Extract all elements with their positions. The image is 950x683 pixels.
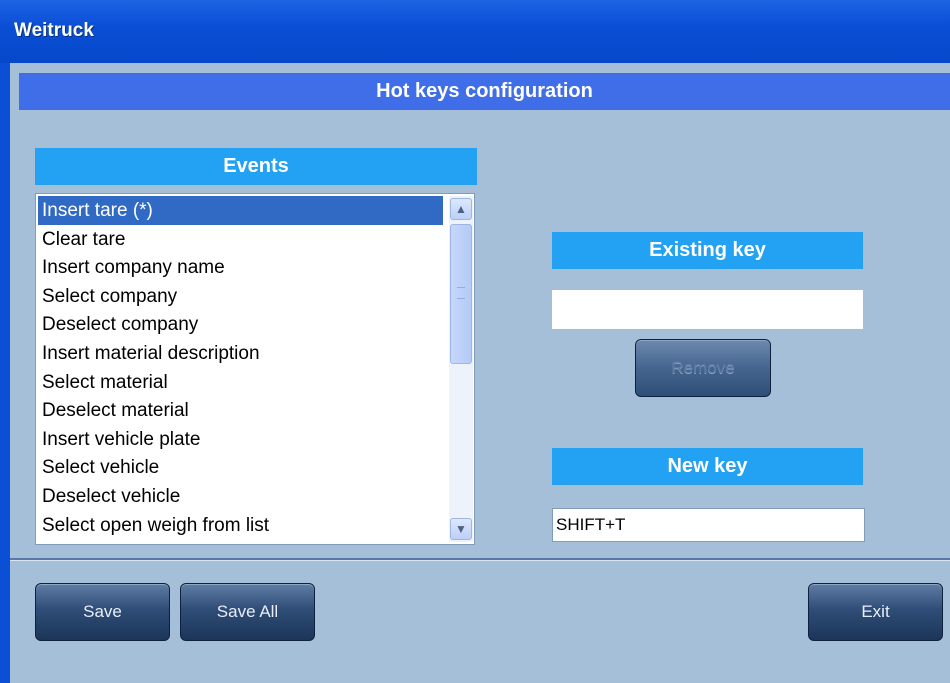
existing-key-field [552, 290, 863, 329]
grip-icon [457, 287, 465, 299]
scroll-down-button[interactable]: ▼ [450, 518, 472, 540]
list-item[interactable]: Deselect material [38, 396, 443, 425]
list-item[interactable]: Deselect vehicle [38, 482, 443, 511]
footer-divider [10, 558, 950, 561]
list-item[interactable]: Insert material description [38, 339, 443, 368]
remove-button[interactable]: Remove [635, 339, 771, 397]
events-list: Insert tare (*) Clear tare Insert compan… [38, 196, 443, 539]
list-item[interactable]: Select open weigh from list [38, 511, 443, 540]
save-all-button[interactable]: Save All [180, 583, 315, 641]
events-scrollbar[interactable]: ▲ ▼ [449, 196, 473, 542]
new-key-input[interactable]: SHIFT+T [552, 508, 865, 542]
exit-button[interactable]: Exit [808, 583, 943, 641]
scrollbar-thumb[interactable] [450, 224, 472, 364]
list-item[interactable]: Insert tare (*) [38, 196, 443, 225]
existing-key-header: Existing key [552, 232, 863, 269]
chevron-down-icon: ▼ [455, 522, 467, 536]
window-title: Weitruck [14, 20, 94, 41]
chevron-up-icon: ▲ [455, 202, 467, 216]
list-item[interactable]: Select material [38, 368, 443, 397]
window-left-border [0, 63, 10, 683]
list-item[interactable]: Insert vehicle plate [38, 425, 443, 454]
list-item[interactable]: Clear tare [38, 225, 443, 254]
events-header: Events [35, 148, 477, 185]
save-button[interactable]: Save [35, 583, 170, 641]
list-item[interactable]: Deselect company [38, 310, 443, 339]
list-item[interactable]: Insert company name [38, 253, 443, 282]
window-titlebar: Weitruck [0, 0, 950, 63]
list-item[interactable]: Select company [38, 282, 443, 311]
scroll-up-button[interactable]: ▲ [450, 198, 472, 220]
new-key-header: New key [552, 448, 863, 485]
page-title-banner: Hot keys configuration [19, 73, 950, 110]
events-listbox[interactable]: Insert tare (*) Clear tare Insert compan… [35, 193, 475, 545]
list-item[interactable]: Select vehicle [38, 453, 443, 482]
